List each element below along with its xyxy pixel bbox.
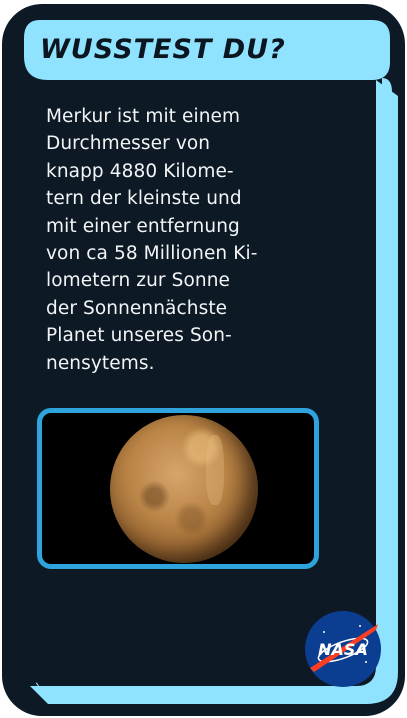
fact-text-line: tern der kleinste und: [46, 188, 242, 210]
nasa-logo-text: NASA: [318, 640, 368, 659]
fact-text-line: mit einer entfernung: [46, 215, 240, 237]
nasa-logo: NASA: [305, 611, 381, 687]
fact-text-line: lometern zur Sonne: [46, 270, 230, 292]
card-title: WUSSTEST DU?: [40, 34, 286, 65]
fact-text-line: der Sonnennächste: [46, 297, 228, 319]
mercury-planet-image: [110, 415, 258, 563]
fact-text-line: Planet unseres Son-: [46, 325, 232, 347]
fact-text-line: Durchmesser von: [46, 133, 211, 155]
fact-text-line: knapp 4880 Kilome-: [46, 160, 234, 182]
fact-text-line: nensytems.: [46, 352, 155, 374]
fact-text: Merkur ist mit einem Durchmesser von kna…: [46, 103, 346, 377]
fact-text-line: Merkur ist mit einem: [46, 106, 241, 127]
planet-image-frame: [37, 408, 319, 569]
fact-text-line: von ca 58 Millionen Ki-: [46, 243, 258, 265]
planet-surface-streak: [206, 435, 224, 505]
fact-card: WUSSTEST DU? Merkur ist mit einem Durchm…: [0, 0, 407, 718]
